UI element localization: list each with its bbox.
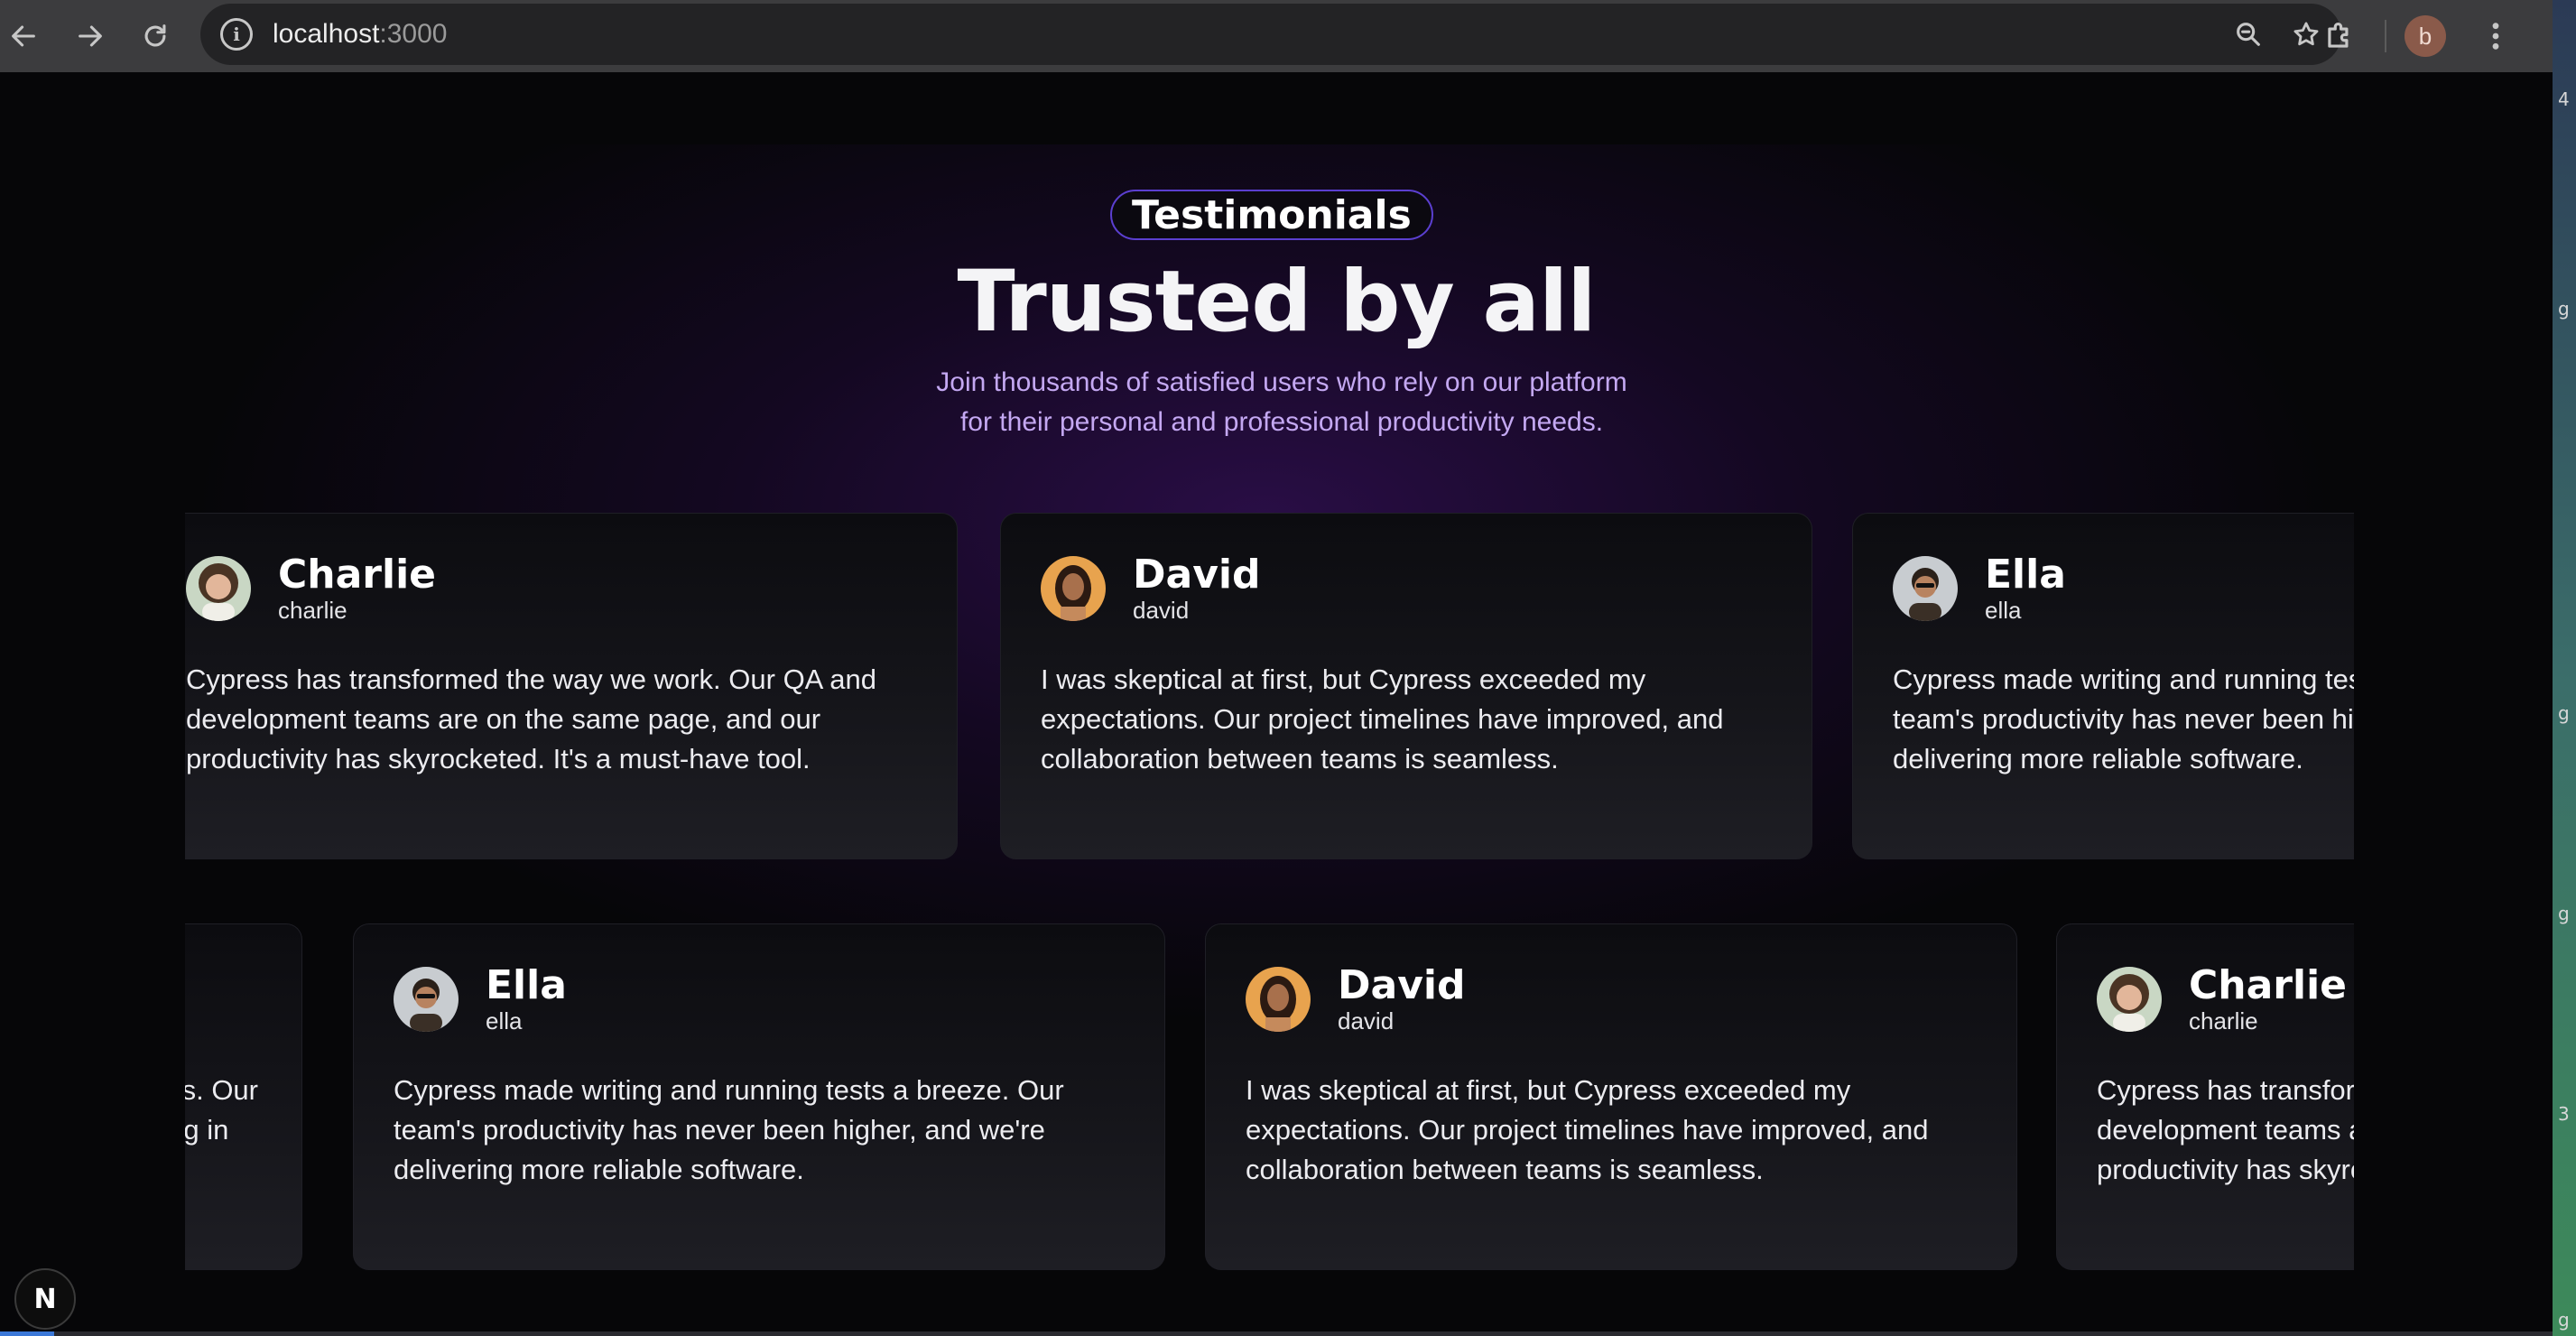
author-name: David bbox=[1338, 962, 1466, 1008]
testimonial-quote: Cypress made writing and running tests a… bbox=[1893, 663, 2354, 775]
testimonial-card: Charlie charlie Cypress has transformed … bbox=[2056, 923, 2354, 1270]
david-avatar-icon bbox=[1041, 556, 1106, 621]
author-handle: charlie bbox=[278, 597, 347, 624]
avatar bbox=[1246, 967, 1311, 1032]
page-viewport: Testimonials Trusted by all Join thousan… bbox=[0, 72, 2553, 1331]
testimonial-quote-fragment: ks. Our ng in bbox=[185, 1071, 258, 1150]
edge-letter: 4 bbox=[2558, 88, 2570, 110]
avatar bbox=[1041, 556, 1106, 621]
reload-button[interactable] bbox=[126, 7, 184, 65]
taskbar-edge bbox=[0, 1331, 2553, 1336]
david-avatar-icon bbox=[1246, 967, 1311, 1032]
testimonial-row: ks. Our ng in Ella ella Cypress made wri… bbox=[185, 923, 2354, 1270]
author-name: David bbox=[1133, 552, 1261, 598]
author-name: Ella bbox=[486, 962, 567, 1008]
arrow-right-icon bbox=[79, 25, 102, 47]
url-port: :3000 bbox=[379, 19, 448, 49]
site-info-icon[interactable]: i bbox=[220, 18, 253, 51]
edge-letter: g bbox=[2558, 1309, 2570, 1331]
subtitle-line: Join thousands of satisfied users who re… bbox=[936, 367, 1627, 397]
testimonial-row: Charlie charlie Cypress has transformed … bbox=[185, 513, 2354, 859]
background-window-edge: 4 g g g 3 g bbox=[2553, 0, 2576, 1336]
avatar bbox=[186, 556, 251, 621]
testimonials-badge: Testimonials bbox=[1110, 190, 1433, 240]
testimonial-card: David david I was skeptical at first, bu… bbox=[1205, 923, 2017, 1270]
ella-avatar-icon bbox=[1893, 556, 1958, 621]
puzzle-icon bbox=[2328, 23, 2349, 48]
reload-icon bbox=[144, 24, 166, 47]
forward-button[interactable] bbox=[61, 7, 119, 65]
author-name: Charlie bbox=[2189, 962, 2348, 1008]
author-handle: charlie bbox=[2189, 1007, 2258, 1034]
page-title: Trusted by all bbox=[957, 253, 1597, 351]
extensions-button[interactable] bbox=[2311, 7, 2368, 65]
testimonial-card: ks. Our ng in bbox=[185, 923, 302, 1270]
quote-line: ng in bbox=[185, 1114, 229, 1146]
zoom-icon[interactable] bbox=[2233, 19, 2264, 50]
nextjs-dev-indicator-button[interactable]: N bbox=[14, 1268, 76, 1330]
testimonial-card: David david I was skeptical at first, bu… bbox=[1000, 513, 1812, 859]
testimonial-quote: Cypress made writing and running tests a… bbox=[394, 1074, 1064, 1185]
address-bar[interactable]: i localhost:3000 bbox=[200, 4, 2341, 65]
author-handle: ella bbox=[1985, 597, 2022, 624]
charlie-avatar-icon bbox=[2097, 967, 2162, 1032]
subtitle-line: for their personal and professional prod… bbox=[959, 407, 1604, 437]
author-handle: ella bbox=[486, 1007, 523, 1034]
charlie-avatar-icon bbox=[186, 556, 251, 621]
edge-letter: g bbox=[2558, 702, 2570, 724]
author-handle: david bbox=[1338, 1007, 1395, 1034]
back-button[interactable] bbox=[0, 7, 52, 65]
testimonial-quote: Cypress has transformed the way we work.… bbox=[2097, 1074, 2354, 1185]
testimonial-card: Ella ella Cypress made writing and runni… bbox=[1852, 513, 2354, 859]
avatar bbox=[2097, 967, 2162, 1032]
testimonial-card: Ella ella Cypress made writing and runni… bbox=[353, 923, 1165, 1270]
browser-toolbar: i localhost:3000 b bbox=[0, 0, 2553, 72]
author-name: Ella bbox=[1985, 552, 2066, 598]
edge-letter: g bbox=[2558, 903, 2570, 924]
arrow-left-icon bbox=[12, 25, 35, 47]
author-handle: david bbox=[1133, 597, 1190, 624]
testimonial-quote: I was skeptical at first, but Cypress ex… bbox=[1041, 663, 1724, 775]
quote-line: ks. Our bbox=[185, 1074, 258, 1106]
ella-avatar-icon bbox=[394, 967, 459, 1032]
avatar bbox=[394, 967, 459, 1032]
url-text[interactable]: localhost:3000 bbox=[273, 19, 447, 50]
testimonial-card: Charlie charlie Cypress has transformed … bbox=[185, 513, 958, 859]
testimonial-quote: I was skeptical at first, but Cypress ex… bbox=[1246, 1074, 1929, 1185]
taskbar-accent bbox=[0, 1331, 54, 1336]
edge-letter: g bbox=[2558, 298, 2570, 320]
edge-letter: 3 bbox=[2558, 1103, 2570, 1125]
page-subtitle: Join thousands of satisfied users who re… bbox=[885, 363, 1679, 442]
testimonial-quote: Cypress has transformed the way we work.… bbox=[186, 663, 876, 775]
author-name: Charlie bbox=[278, 552, 437, 598]
profile-avatar-button[interactable]: b bbox=[2405, 15, 2446, 57]
browser-menu-button[interactable] bbox=[2473, 7, 2518, 65]
url-host: localhost bbox=[273, 19, 380, 49]
avatar bbox=[1893, 556, 1958, 621]
toolbar-divider bbox=[2385, 20, 2386, 52]
more-vert-icon bbox=[2492, 23, 2499, 50]
